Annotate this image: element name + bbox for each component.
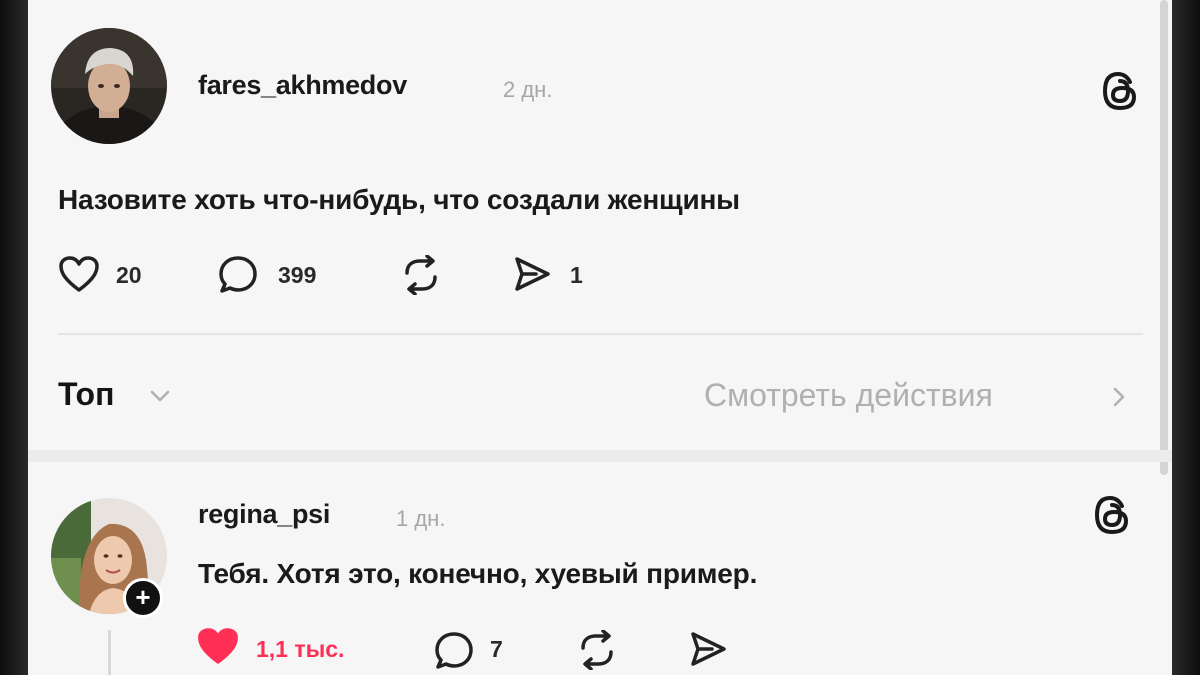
sort-dropdown[interactable]: Топ xyxy=(58,376,114,413)
send-icon[interactable] xyxy=(512,255,552,293)
post-author-username[interactable]: fares_akhmedov xyxy=(198,70,407,101)
post-like-count: 20 xyxy=(116,262,142,288)
reply-author-username[interactable]: regina_psi xyxy=(198,499,330,530)
chevron-right-icon[interactable] xyxy=(1110,384,1128,410)
post-timestamp: 2 дн. xyxy=(503,77,553,102)
divider xyxy=(58,333,1143,335)
comment-icon[interactable] xyxy=(433,630,475,672)
reply-timestamp: 1 дн. xyxy=(396,506,446,531)
repost-icon[interactable] xyxy=(576,630,618,670)
chevron-down-icon[interactable] xyxy=(148,388,172,404)
threads-screen: fares_akhmedov 2 дн. Назовите хоть что-н… xyxy=(28,0,1172,675)
view-activity-link[interactable]: Смотреть действия xyxy=(704,377,993,414)
post-author-avatar[interactable] xyxy=(51,28,167,144)
heart-icon[interactable] xyxy=(58,255,100,293)
follow-button[interactable]: + xyxy=(123,578,163,618)
reply-text: Тебя. Хотя это, конечно, хуевый пример. xyxy=(198,558,758,589)
section-separator xyxy=(28,450,1172,462)
reply-like-count: 1,1 тыс. xyxy=(256,636,345,662)
post-comment-count: 399 xyxy=(278,262,317,288)
post-text: Назовите хоть что-нибудь, что создали же… xyxy=(58,184,740,215)
scrollbar[interactable] xyxy=(1160,0,1168,475)
post-share-count: 1 xyxy=(570,262,583,288)
threads-logo-icon[interactable] xyxy=(1092,494,1132,536)
thread-line xyxy=(108,630,111,675)
frame-right-edge xyxy=(1172,0,1200,675)
reply-comment-count: 7 xyxy=(490,636,503,662)
frame-left-edge xyxy=(0,0,28,675)
heart-filled-icon[interactable] xyxy=(196,626,240,666)
threads-logo-icon[interactable] xyxy=(1100,70,1140,112)
repost-icon[interactable] xyxy=(400,255,442,295)
send-icon[interactable] xyxy=(688,630,728,668)
comment-icon[interactable] xyxy=(217,254,259,296)
